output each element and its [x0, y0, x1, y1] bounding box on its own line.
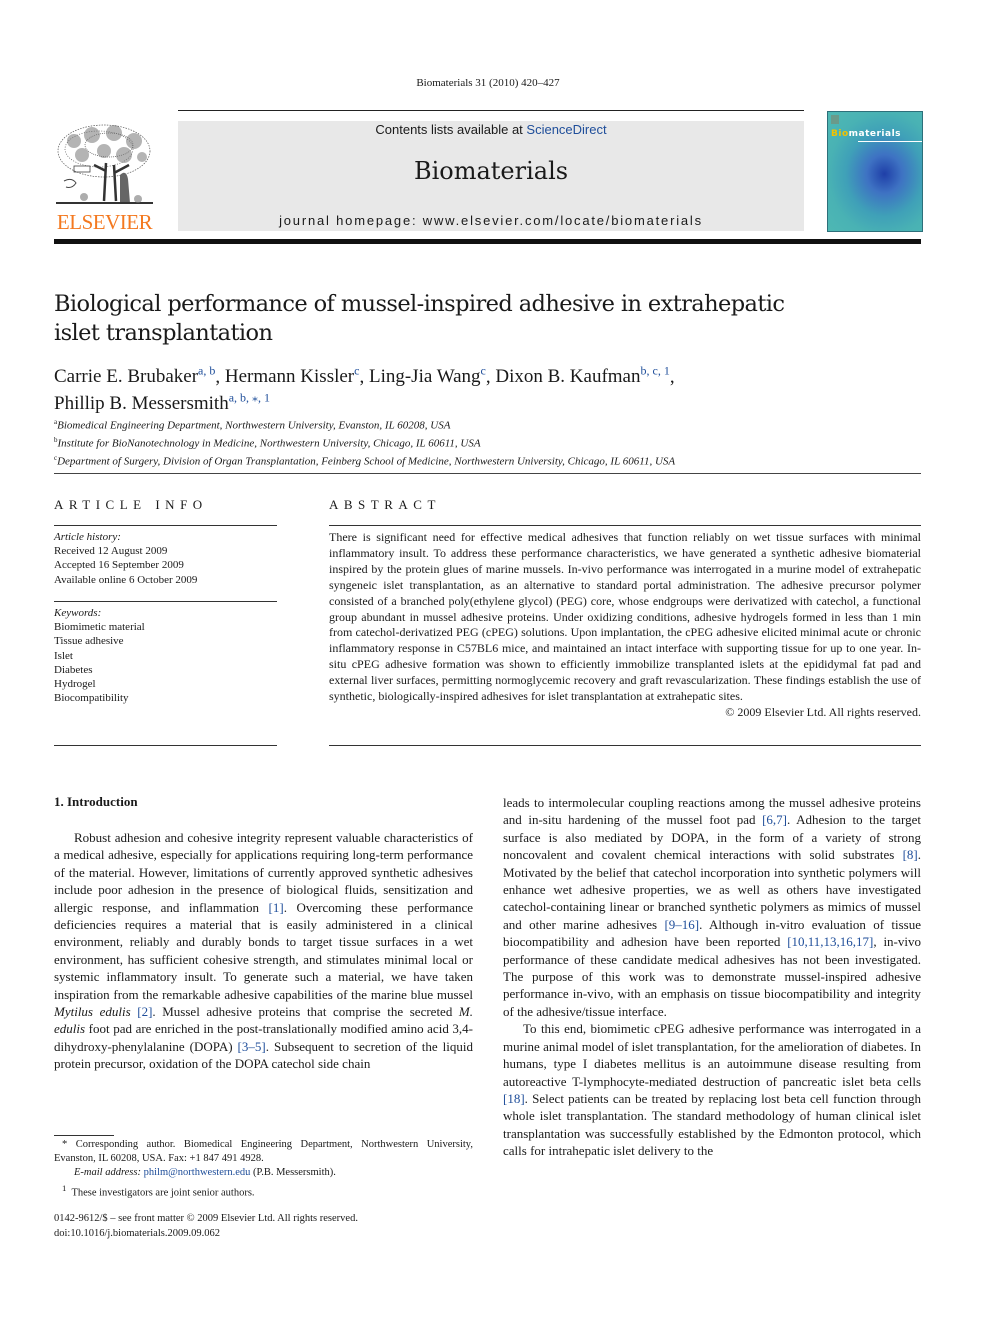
- citation-link[interactable]: [8]: [903, 847, 918, 862]
- divider: [54, 745, 277, 746]
- citation-link[interactable]: [1]: [269, 900, 284, 915]
- author-affiliation-marks[interactable]: a, b: [198, 364, 215, 378]
- journal-title: Biomaterials: [413, 157, 569, 185]
- divider: [54, 601, 277, 602]
- contents-prefix: Contents lists available at: [375, 122, 527, 137]
- publication-meta: 0142-9612/$ – see front matter © 2009 El…: [54, 1212, 473, 1241]
- author[interactable]: Carrie E. Brubakera, b: [54, 364, 215, 387]
- article-title: Biological performance of mussel-inspire…: [54, 291, 785, 346]
- affiliations: aBiomedical Engineering Department, Nort…: [54, 415, 914, 469]
- journal-banner: Contents lists available at ScienceDirec…: [178, 121, 804, 231]
- elsevier-tree-icon: [56, 124, 153, 204]
- cover-divider: [858, 141, 922, 142]
- author-affiliation-marks[interactable]: a, b, ⁎, 1: [229, 390, 270, 404]
- keyword: Tissue adhesive: [54, 635, 124, 648]
- keyword: Biomimetic material: [54, 621, 145, 634]
- doi[interactable]: doi:10.1016/j.biomaterials.2009.09.062: [54, 1227, 473, 1242]
- header-thick-rule: [54, 239, 921, 244]
- keywords-label: Keywords:: [54, 607, 102, 619]
- abstract-copyright: © 2009 Elsevier Ltd. All rights reserved…: [725, 704, 921, 719]
- abstract-text: There is significant need for effective …: [329, 530, 921, 704]
- author-list: Carrie E. Brubakera, b, Hermann Kisslerc…: [54, 364, 675, 414]
- divider: [329, 525, 921, 526]
- elsevier-wordmark: ELSEVIER: [56, 210, 153, 234]
- footnotes: * Corresponding author. Biomedical Engin…: [54, 1138, 473, 1200]
- divider: [54, 473, 921, 474]
- history-accepted: Accepted 16 September 2009: [54, 559, 184, 572]
- running-head: Biomaterials 31 (2010) 420–427: [416, 77, 560, 89]
- citation-link[interactable]: [9–16]: [664, 917, 699, 932]
- keyword: Hydrogel: [54, 678, 96, 691]
- footnote-rule: [54, 1135, 114, 1136]
- header-rule: [178, 110, 804, 111]
- citation-link[interactable]: [3–5]: [238, 1039, 266, 1054]
- article-history: Article history: Received 12 August 2009…: [54, 530, 277, 587]
- body-column-right: leads to intermolecular coupling reactio…: [503, 794, 921, 1160]
- email-note: E-mail address: philm@northwestern.edu (…: [74, 1167, 336, 1179]
- article-history-label: Article history:: [54, 531, 121, 543]
- paragraph: Robust adhesion and cohesive integrity r…: [54, 830, 474, 1072]
- divider: [329, 745, 921, 746]
- history-online: Available online 6 October 2009: [54, 573, 198, 586]
- keyword: Islet: [54, 649, 73, 662]
- citation-link[interactable]: [6,7]: [762, 812, 787, 827]
- paragraph: leads to intermolecular coupling reactio…: [503, 795, 921, 1019]
- author[interactable]: Ling-Jia Wangc: [369, 364, 486, 387]
- body-column-left: Robust adhesion and cohesive integrity r…: [54, 829, 473, 1073]
- history-received: Received 12 August 2009: [54, 545, 168, 558]
- issn-line: 0142-9612/$ – see front matter © 2009 El…: [54, 1213, 358, 1224]
- sciencedirect-link[interactable]: ScienceDirect: [526, 122, 606, 137]
- affiliation: bInstitute for BioNanotechnology in Medi…: [54, 436, 481, 450]
- section-heading-introduction: 1. Introduction: [54, 794, 138, 809]
- corresponding-author-note: * Corresponding author. Biomedical Engin…: [54, 1139, 473, 1165]
- cover-title: Biomaterials: [831, 129, 902, 139]
- journal-cover-thumbnail[interactable]: Biomaterials: [827, 111, 923, 232]
- author-affiliation-marks[interactable]: b, c, 1: [641, 364, 670, 378]
- italic-text: Mytilus edulis: [54, 1004, 131, 1020]
- affiliation: cDepartment of Surgery, Division of Orga…: [54, 454, 676, 468]
- author[interactable]: Phillip B. Messersmitha, b, ⁎, 1: [54, 390, 270, 413]
- abstract-heading: ABSTRACT: [329, 497, 441, 512]
- abstract-body: There is significant need for effective …: [329, 530, 921, 721]
- email-link[interactable]: philm@northwestern.edu: [144, 1167, 251, 1178]
- keyword: Diabetes: [54, 663, 93, 676]
- contents-line: Contents lists available at ScienceDirec…: [178, 122, 804, 137]
- divider: [54, 525, 277, 526]
- elsevier-logo[interactable]: ELSEVIER: [54, 121, 155, 233]
- affiliation: aBiomedical Engineering Department, Nort…: [54, 418, 451, 432]
- citation-link[interactable]: [2]: [137, 1004, 152, 1019]
- article-info-heading: ARTICLE INFO: [54, 497, 208, 512]
- citation-link[interactable]: [10,11,13,16,17]: [787, 934, 873, 949]
- cover-elsevier-icon: [831, 115, 839, 124]
- author[interactable]: Dixon B. Kaufmanb, c, 1: [495, 364, 670, 387]
- journal-homepage[interactable]: journal homepage: www.elsevier.com/locat…: [178, 213, 804, 228]
- keywords: Keywords: Biomimetic material Tissue adh…: [54, 606, 277, 705]
- paragraph: To this end, biomimetic cPEG adhesive pe…: [503, 1021, 921, 1159]
- author[interactable]: Hermann Kisslerc: [225, 364, 360, 387]
- citation-link[interactable]: [18]: [503, 1091, 525, 1106]
- keyword: Biocompatibility: [54, 692, 129, 705]
- joint-author-note: 1 These investigators are joint senior a…: [62, 1182, 255, 1199]
